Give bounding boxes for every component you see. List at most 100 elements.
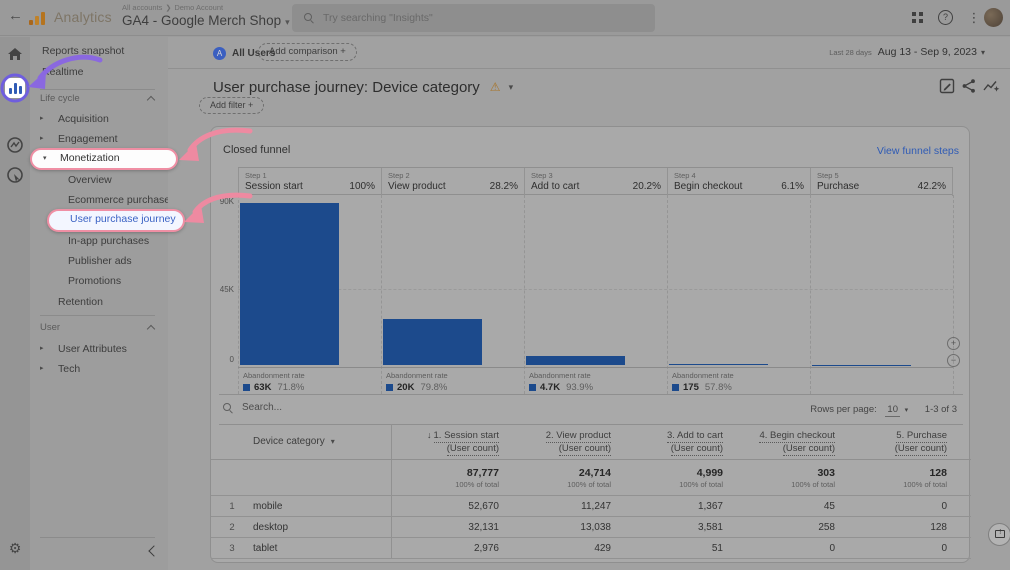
feedback-button[interactable]: [988, 523, 1010, 546]
table-row-tablet[interactable]: 3 tablet 2,976 429 51 0 0: [211, 538, 971, 559]
triangle-down-icon: ▾: [331, 437, 335, 446]
dimension-header[interactable]: Device category▾: [253, 424, 391, 459]
table-row-desktop[interactable]: 2 desktop 32,131 13,038 3,581 258 128: [211, 517, 971, 538]
segment-bar: A All Users Add comparison + Last 28 day…: [168, 37, 1010, 69]
apps-grid-icon[interactable]: [911, 11, 929, 29]
nav-monetization[interactable]: ▾Monetization: [30, 148, 178, 170]
brand-name: Analytics: [54, 9, 112, 25]
nav-in-app-purchases[interactable]: In-app purchases: [30, 231, 168, 251]
add-filter-button[interactable]: Add filter +: [199, 97, 264, 114]
segment-badge: A: [213, 47, 226, 60]
chevron-down-icon[interactable]: ▾: [905, 407, 909, 414]
y-tick-45k: 45K: [212, 285, 234, 294]
funnel-step-3: Step 3 Add to cart20.2%: [524, 168, 667, 196]
funnel-step-4: Step 4 Begin checkout6.1%: [667, 168, 810, 196]
share-icon[interactable]: [961, 78, 978, 95]
chevron-up-icon: [147, 96, 155, 104]
help-icon[interactable]: ?: [938, 10, 953, 25]
nav-promotions[interactable]: Promotions: [30, 271, 168, 291]
funnel-step-5: Step 5 Purchase42.2%: [810, 168, 953, 196]
chevron-down-icon[interactable]: ▾: [509, 82, 514, 93]
row-range: 1-3 of 3: [925, 404, 957, 415]
search-icon: [304, 13, 314, 23]
funnel-step-2: Step 2 View product28.2%: [381, 168, 524, 196]
funnel-bar-add-to-cart[interactable]: [526, 356, 625, 365]
nav-publisher-ads[interactable]: Publisher ads: [30, 251, 168, 271]
col-purchase[interactable]: 5. Purchase(User count): [839, 424, 951, 459]
sort-desc-icon: ↓: [427, 430, 432, 440]
nav-acquisition[interactable]: ▸Acquisition: [30, 109, 168, 129]
search-input[interactable]: Try searching "Insights": [292, 4, 655, 32]
search-icon: [223, 403, 233, 413]
customize-report-icon[interactable]: [939, 78, 956, 95]
legend-square-icon: [243, 384, 250, 391]
table-header-row: Device category▾ ↓1. Session start(User …: [211, 424, 971, 460]
zoom-in-icon[interactable]: +: [947, 337, 960, 350]
account-switcher[interactable]: All accounts❯Demo Account GA4 - Google M…: [122, 3, 290, 28]
nav-section-lifecycle[interactable]: Life cycle: [40, 91, 158, 107]
add-comparison-button[interactable]: Add comparison +: [258, 43, 357, 61]
report-nav: Reports snapshot Realtime Life cycle ▸Ac…: [30, 37, 168, 570]
app-header: ← Analytics All accounts❯Demo Account GA…: [0, 0, 1010, 36]
nav-ecommerce-purchases[interactable]: Ecommerce purchases: [30, 190, 168, 210]
table-row-mobile[interactable]: 1 mobile 52,670 11,247 1,367 45 0: [211, 496, 971, 517]
reports-icon[interactable]: [5, 78, 25, 98]
back-icon[interactable]: ←: [8, 7, 23, 24]
chevron-down-icon: ▾: [285, 17, 290, 27]
gridline-45k: [238, 289, 953, 290]
breakdown-table: Device category▾ ↓1. Session start(User …: [211, 424, 971, 559]
funnel-bar-session-start[interactable]: [240, 203, 339, 365]
kebab-menu-icon[interactable]: ⋮: [965, 9, 983, 27]
col-begin-checkout[interactable]: 4. Begin checkout(User count): [727, 424, 839, 459]
nav-tech[interactable]: ▸Tech: [30, 359, 168, 379]
nav-user-purchase-journey[interactable]: User purchase journey: [47, 209, 185, 232]
triangle-right-icon: ▸: [40, 359, 44, 379]
collapse-nav-icon[interactable]: [148, 545, 159, 556]
triangle-right-icon: ▸: [40, 109, 44, 129]
funnel-bar-begin-checkout[interactable]: [669, 364, 768, 365]
analytics-logo-icon: [29, 11, 46, 25]
abandonment-step-4: Abandonment rate 17557.8%: [667, 371, 810, 394]
nav-realtime[interactable]: Realtime: [30, 62, 168, 82]
funnel-step-1: Step 1 Session start100%: [238, 168, 381, 196]
main-content: A All Users Add comparison + Last 28 day…: [168, 37, 1010, 570]
legend-square-icon: [529, 384, 536, 391]
avatar[interactable]: [984, 8, 1003, 27]
col-view-product[interactable]: 2. View product(User count): [503, 424, 615, 459]
feedback-icon: [995, 530, 1005, 538]
col-session-start[interactable]: ↓1. Session start(User count): [391, 424, 503, 459]
icon-rail: ⚙: [0, 37, 30, 570]
insights-icon[interactable]: [983, 78, 1000, 95]
col-add-to-cart[interactable]: 3. Add to cart(User count): [615, 424, 727, 459]
home-icon[interactable]: [5, 44, 25, 64]
view-funnel-steps-link[interactable]: View funnel steps: [877, 145, 959, 157]
nav-engagement[interactable]: ▸Engagement: [30, 129, 168, 149]
chevron-up-icon: [147, 325, 155, 333]
rows-per-page-select[interactable]: 10: [885, 404, 900, 417]
zoom-out-icon[interactable]: −: [947, 354, 960, 367]
funnel-step-headers: Step 1 Session start100% Step 2 View pro…: [238, 167, 953, 195]
nav-overview[interactable]: Overview: [30, 170, 168, 190]
property-name: GA4 - Google Merch Shop: [122, 13, 281, 28]
breadcrumb: All accounts❯Demo Account: [122, 3, 290, 12]
chevron-down-icon: ▾: [981, 48, 985, 57]
nav-reports-snapshot[interactable]: Reports snapshot: [30, 41, 168, 61]
triangle-right-icon: ▸: [40, 339, 44, 359]
settings-gear-icon[interactable]: ⚙: [5, 538, 25, 558]
x-axis: [238, 367, 953, 368]
warning-icon[interactable]: ⚠: [490, 80, 501, 94]
closed-funnel-label[interactable]: Closed funnel: [223, 144, 290, 156]
advertising-icon[interactable]: [5, 165, 25, 185]
page-title: User purchase journey: Device category: [213, 79, 480, 96]
table-search-input[interactable]: Search...: [223, 402, 282, 413]
explore-icon[interactable]: [5, 135, 25, 155]
funnel-bar-view-product[interactable]: [383, 319, 482, 365]
nav-user-attributes[interactable]: ▸User Attributes: [30, 339, 168, 359]
y-tick-90k: 90K: [212, 197, 234, 206]
date-range-picker[interactable]: Last 28 daysAug 13 - Sep 9, 2023▾: [829, 46, 985, 58]
nav-retention[interactable]: Retention: [30, 292, 168, 312]
abandonment-step-1: Abandonment rate 63K71.8%: [238, 371, 381, 394]
table-pager: Rows per page: 10 ▾ 1-3 of 3: [810, 404, 957, 415]
legend-square-icon: [386, 384, 393, 391]
nav-section-user[interactable]: User: [40, 320, 158, 336]
